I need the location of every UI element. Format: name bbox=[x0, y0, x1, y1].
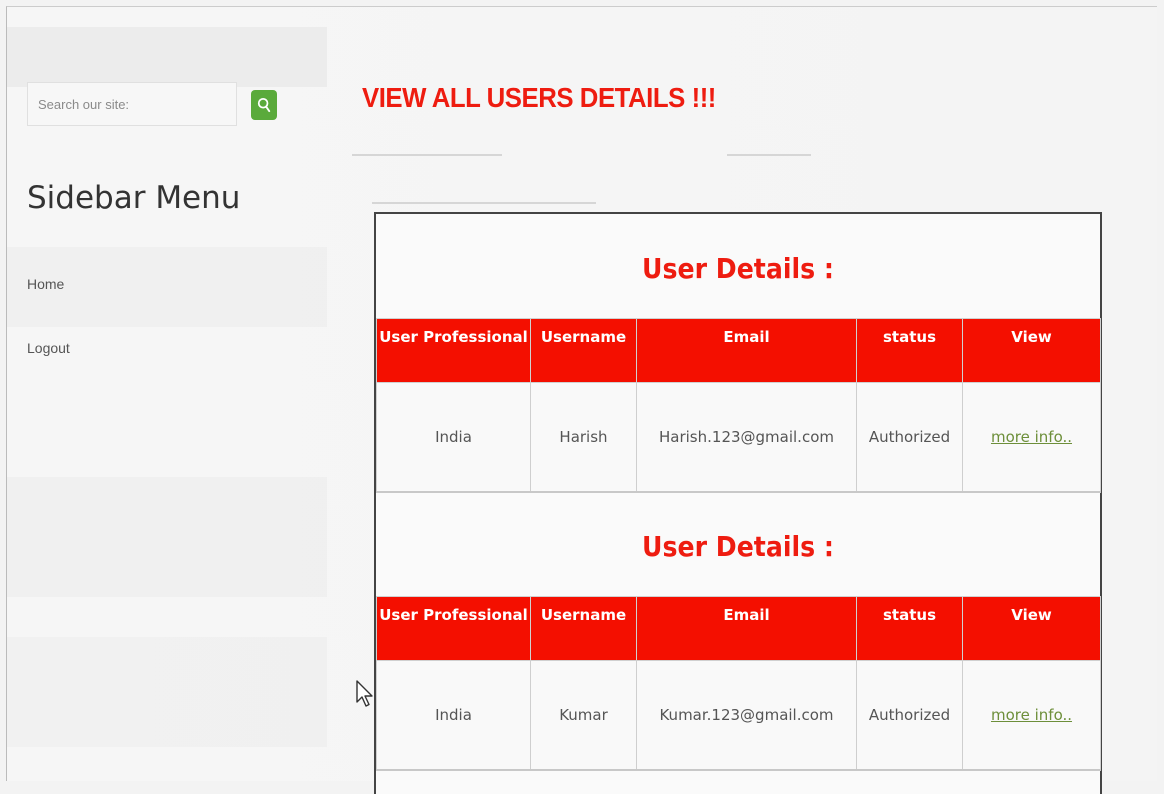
sidebar: Sidebar Menu Home Logout bbox=[22, 80, 292, 770]
cell-view: more info.. bbox=[962, 382, 1101, 493]
user-details-table: User Professional Username Email status … bbox=[376, 318, 1101, 493]
sidebar-item-home[interactable]: Home bbox=[27, 276, 70, 292]
search-input[interactable] bbox=[27, 82, 237, 126]
cell-username: Kumar bbox=[530, 660, 637, 771]
user-details-heading: User Details : bbox=[642, 530, 834, 563]
user-details-table: User Professional Username Email status … bbox=[376, 596, 1101, 771]
search-form bbox=[27, 82, 279, 128]
page-title: VIEW ALL USERS DETAILS !!! bbox=[362, 82, 716, 113]
column-header-user-professional: User Professional bbox=[376, 318, 531, 383]
column-header-username: Username bbox=[530, 596, 637, 661]
cell-view: more info.. bbox=[962, 660, 1101, 771]
divider bbox=[727, 154, 811, 156]
column-header-email: Email bbox=[636, 318, 857, 383]
column-header-status: status bbox=[856, 318, 963, 383]
sidebar-item-logout[interactable]: Logout bbox=[27, 340, 70, 356]
table-header-row: User Professional Username Email status … bbox=[376, 318, 1101, 383]
cell-email: Kumar.123@gmail.com bbox=[636, 660, 857, 771]
background-band bbox=[7, 27, 327, 87]
user-details-heading: User Details : bbox=[642, 252, 834, 285]
user-details-block: User Details : User Professional Usernam… bbox=[376, 492, 1101, 771]
cell-professional: India bbox=[376, 660, 531, 771]
more-info-link[interactable]: more info.. bbox=[991, 428, 1072, 446]
column-header-status: status bbox=[856, 596, 963, 661]
column-header-username: Username bbox=[530, 318, 637, 383]
cell-username: Harish bbox=[530, 382, 637, 493]
search-icon bbox=[257, 98, 271, 113]
table-header-row: User Professional Username Email status … bbox=[376, 596, 1101, 661]
cell-status: Authorized bbox=[856, 660, 963, 771]
more-info-link[interactable]: more info.. bbox=[991, 706, 1072, 724]
mouse-cursor-icon bbox=[356, 680, 373, 707]
cell-email: Harish.123@gmail.com bbox=[636, 382, 857, 493]
cell-status: Authorized bbox=[856, 382, 963, 493]
search-button[interactable] bbox=[251, 90, 277, 120]
user-details-block: User Details : User Professional Usernam… bbox=[376, 214, 1101, 493]
table-row: India Harish Harish.123@gmail.com Author… bbox=[376, 382, 1101, 493]
column-header-user-professional: User Professional bbox=[376, 596, 531, 661]
user-details-panel: User Details : User Professional Usernam… bbox=[374, 212, 1102, 794]
table-row: India Kumar Kumar.123@gmail.com Authoriz… bbox=[376, 660, 1101, 771]
divider bbox=[372, 202, 596, 204]
column-header-view: View bbox=[962, 318, 1101, 383]
column-header-email: Email bbox=[636, 596, 857, 661]
cell-professional: India bbox=[376, 382, 531, 493]
divider bbox=[352, 154, 502, 156]
sidebar-nav: Home Logout bbox=[27, 276, 70, 404]
sidebar-title: Sidebar Menu bbox=[27, 180, 241, 216]
column-header-view: View bbox=[962, 596, 1101, 661]
